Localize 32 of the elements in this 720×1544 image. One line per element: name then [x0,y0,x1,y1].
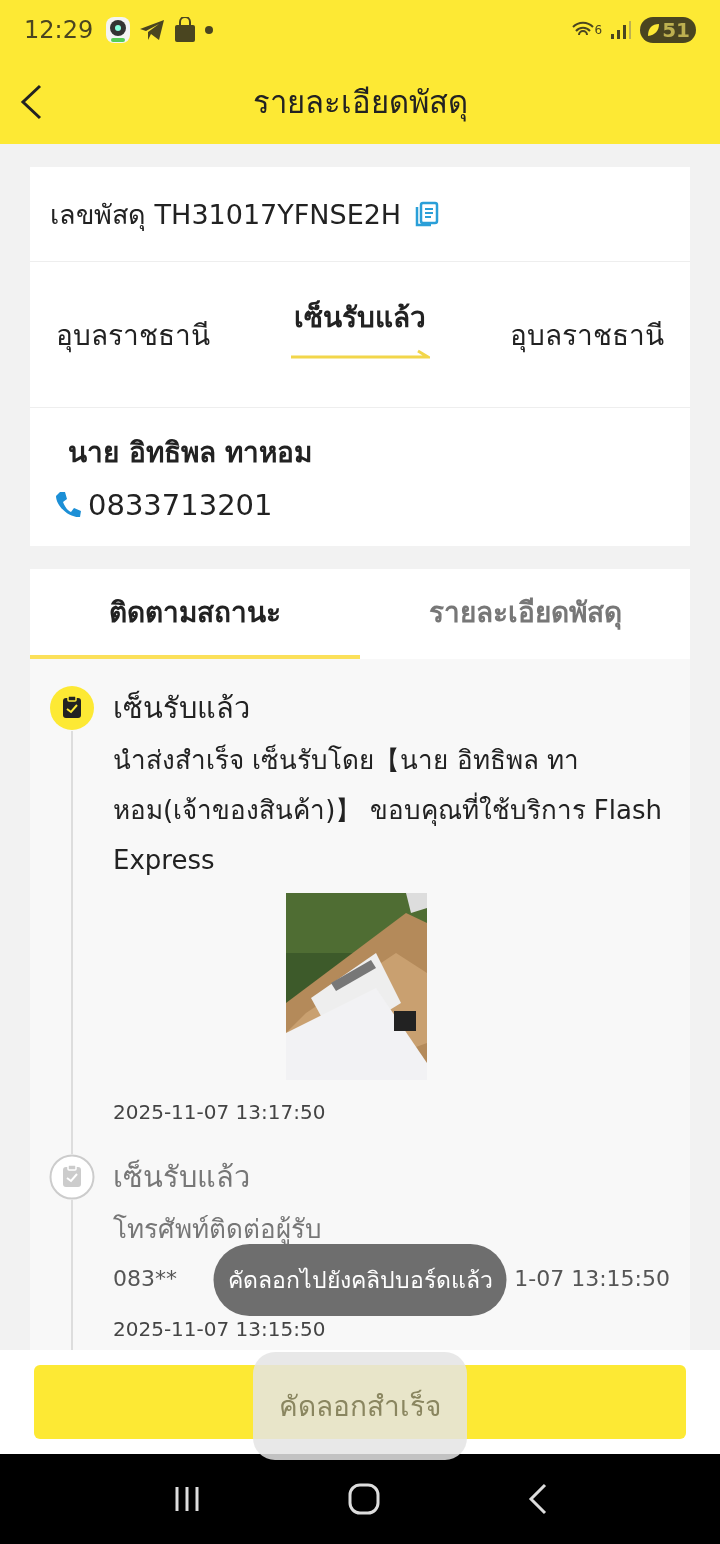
signal-icon [610,20,633,40]
toast-message: คัดลอกสำเร็จ [253,1352,467,1460]
camera-app-icon [105,16,132,44]
origin-city: อุบลราชธานี [56,317,210,355]
destination-city: อุบลราชธานี [510,317,664,355]
page-title: รายละเอียดพัสดุ [252,83,468,124]
recipient-name: นาย อิทธิพล ทาหอม [67,435,314,471]
tracking-number: เลขพัสดุ TH31017YFNSE2H [50,197,402,233]
back-icon[interactable] [526,1483,547,1515]
battery-indicator: 51 [640,17,696,43]
home-icon[interactable] [348,1483,380,1515]
back-icon[interactable] [20,84,42,120]
route-status: เซ็นรับแล้ว [294,299,426,336]
telegram-icon [139,18,166,42]
event-note: 083** [113,1265,177,1293]
leaf-icon [646,22,661,38]
notification-dot-icon [205,26,214,34]
event-title: เซ็นรับแล้ว [113,1158,251,1196]
phone-icon[interactable] [54,490,82,520]
recent-apps-icon[interactable] [173,1485,202,1513]
toast-message: คัดลอกไปยังคลิปบอร์ดแล้ว [213,1244,507,1316]
copy-icon[interactable] [415,201,440,227]
event-time: 2025-11-07 13:17:50 [113,1100,327,1124]
event-title: เซ็นรับแล้ว [113,689,251,727]
event-note: 1-07 13:15:50 [514,1265,670,1293]
network-type: 6 [594,23,603,37]
status-time: 12:29 [24,16,94,44]
event-description: นำส่งสำเร็จ เซ็นรับโดย【นาย อิทธิพล ทาหอม(เจ้าของสินค้า)】 ขอบคุณที่ใช้บริการ Flash Express [113,743,663,877]
event-description: โทรศัพท์ติดต่อผู้รับ [113,1213,323,1246]
phone-number[interactable]: 0833713201 [88,488,273,522]
shopping-bag-icon [173,17,198,43]
event-time: 2025-11-07 13:15:50 [113,1316,327,1343]
